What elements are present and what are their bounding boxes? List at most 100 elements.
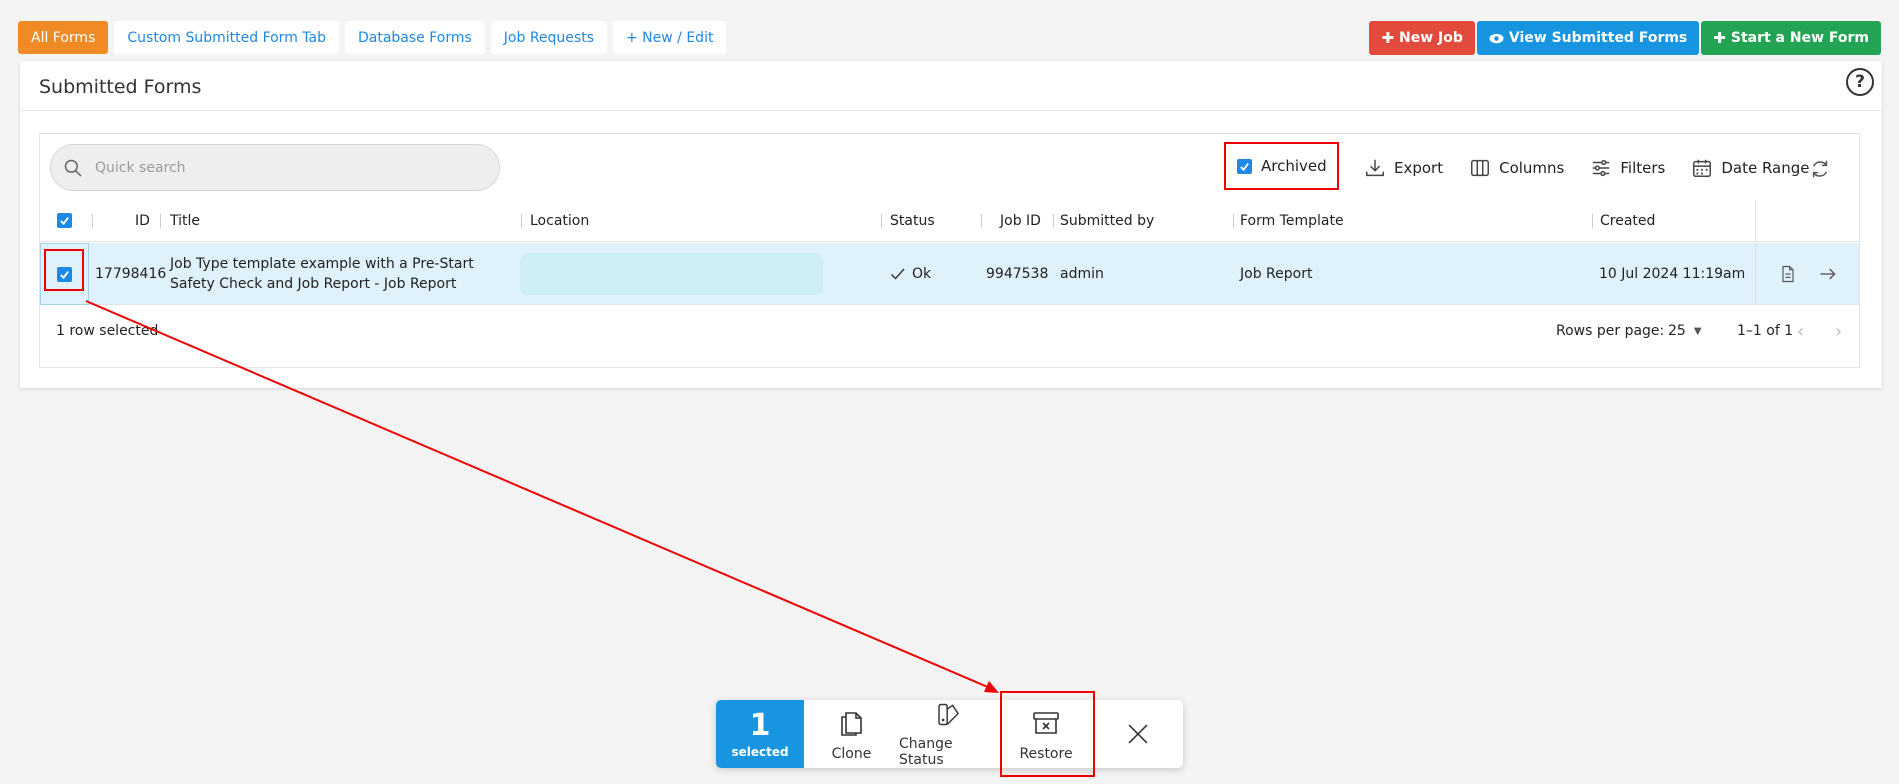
bulk-action-bar: 1 selected Clone Change Status Restore [716, 691, 1183, 777]
caret-down-icon: ▼ [1693, 325, 1702, 337]
copy-icon [840, 711, 862, 736]
filters-label: Filters [1620, 158, 1666, 177]
row-actions [1755, 243, 1860, 305]
column-separator [1233, 214, 1234, 228]
column-separator [92, 214, 93, 228]
clone-button[interactable]: Clone [804, 700, 899, 768]
row-submitted-by-link[interactable]: admin [1060, 243, 1104, 304]
restore-button[interactable]: Restore [999, 700, 1093, 768]
rows-per-page-select[interactable]: 25 ▼ [1668, 306, 1702, 356]
clone-label: Clone [831, 745, 872, 762]
row-location-cell [520, 243, 823, 304]
column-separator [1592, 214, 1593, 228]
selected-count-badge: 1 selected [716, 700, 804, 768]
close-bulk-bar-button[interactable] [1093, 700, 1183, 768]
column-header-submitted-by[interactable]: Submitted by [1060, 200, 1154, 241]
pagination-range: 1–1 of 1 [1737, 323, 1794, 339]
date-range-label: Date Range [1721, 158, 1810, 177]
date-range-button[interactable]: Date Range [1691, 157, 1810, 179]
divider [20, 110, 1882, 111]
change-status-button[interactable]: Change Status [899, 700, 999, 768]
column-header-location[interactable]: Location [530, 200, 589, 241]
table-footer: 1 row selected Rows per page: 25 ▼ 1–1 o… [40, 306, 1859, 356]
row-form-template: Job Report [1240, 265, 1313, 282]
column-separator [521, 214, 522, 228]
select-all-cell [57, 200, 72, 241]
column-separator [1053, 214, 1054, 228]
check-icon [891, 268, 905, 280]
archived-checkbox[interactable] [1237, 158, 1252, 174]
restore-label: Restore [1019, 745, 1073, 762]
row-title: Job Type template example with a Pre-Sta… [170, 255, 474, 292]
submitted-forms-panel: Submitted Forms ? Archived Export Column… [20, 61, 1882, 388]
next-page-icon[interactable]: › [1835, 306, 1842, 356]
calendar-icon [1693, 159, 1712, 177]
column-separator [881, 214, 882, 228]
refresh-icon[interactable] [1809, 158, 1831, 180]
new-job-button[interactable]: ✚ New Job [1369, 21, 1475, 55]
view-submitted-forms-button[interactable]: View Submitted Forms [1476, 21, 1700, 55]
column-separator [981, 214, 982, 228]
start-new-form-button[interactable]: ✚ Start a New Form [1701, 21, 1881, 55]
sliders-icon [1593, 159, 1610, 176]
column-separator [160, 214, 161, 228]
new-job-label: New Job [1399, 30, 1463, 46]
row-id-link[interactable]: 17798416 [95, 243, 166, 304]
tab-new-edit[interactable]: + New / Edit [613, 21, 727, 54]
table-row[interactable]: 17798416 Job Type template example with … [40, 243, 1859, 305]
row-job-id-link[interactable]: 9947538 [986, 243, 1048, 304]
archived-label: Archived [1261, 157, 1327, 175]
column-header-form-template[interactable]: Form Template [1240, 200, 1344, 241]
column-header-status[interactable]: Status [890, 200, 935, 241]
filters-button[interactable]: Filters [1590, 157, 1665, 179]
help-icon[interactable]: ? [1846, 68, 1874, 96]
close-icon [1128, 724, 1148, 744]
columns-label: Columns [1499, 158, 1565, 177]
tab-all-forms[interactable]: All Forms [18, 21, 109, 54]
data-grid: Archived Export Columns Filters Date Ran… [39, 133, 1860, 368]
annotation-highlight-checkbox [44, 249, 84, 291]
search-input[interactable] [95, 159, 475, 176]
page-title: Submitted Forms [39, 76, 202, 98]
column-header-created[interactable]: Created [1600, 200, 1655, 241]
change-status-label: Change Status [899, 736, 953, 768]
quick-search[interactable] [50, 144, 500, 191]
tab-custom-submitted-form[interactable]: Custom Submitted Form Tab [114, 21, 339, 54]
start-new-form-label: Start a New Form [1730, 30, 1869, 46]
column-header-id[interactable]: ID [135, 200, 150, 241]
top-actions: ✚ New Job View Submitted Forms ✚ Start a… [1369, 21, 1881, 55]
table-header: ID Title Location Status Job ID Submitte… [40, 200, 1859, 242]
archived-toggle[interactable]: Archived [1224, 142, 1339, 190]
download-icon [1366, 159, 1384, 176]
rows-per-page-label: Rows per page: [1556, 323, 1665, 339]
selected-count-text: 1 row selected [56, 323, 159, 339]
arrow-right-icon[interactable] [1818, 264, 1838, 284]
swatch-icon [938, 703, 959, 726]
check-icon [60, 217, 69, 226]
form-tabs: All Forms Custom Submitted Form Tab Data… [18, 21, 727, 54]
tab-database-forms[interactable]: Database Forms [344, 21, 485, 54]
export-label: Export [1394, 158, 1444, 177]
document-icon[interactable] [1778, 264, 1798, 284]
column-header-title[interactable]: Title [170, 200, 200, 241]
tab-job-requests[interactable]: Job Requests [490, 21, 607, 54]
archive-restore-icon [1033, 711, 1059, 734]
row-status-cell: Ok [890, 243, 931, 304]
columns-button[interactable]: Columns [1469, 157, 1564, 179]
column-separator [1755, 200, 1756, 242]
check-icon [1240, 162, 1249, 171]
row-title-cell: Job Type template example with a Pre-Sta… [170, 243, 510, 304]
plus-icon: ✚ [1381, 29, 1395, 47]
plus-icon: ✚ [1713, 29, 1726, 47]
column-header-job-id[interactable]: Job ID [1000, 200, 1041, 241]
row-created: 10 Jul 2024 11:19am [1599, 265, 1746, 282]
row-status: Ok [912, 265, 932, 282]
grid-toolbar: Export Columns Filters Date Range [1364, 144, 1836, 191]
search-icon [64, 159, 82, 176]
export-button[interactable]: Export [1364, 157, 1443, 179]
selected-label: selected [731, 744, 789, 759]
select-all-checkbox[interactable] [57, 213, 72, 228]
prev-page-icon[interactable]: ‹ [1797, 306, 1804, 356]
rows-per-page-value: 25 [1668, 323, 1686, 339]
view-submitted-forms-label: View Submitted Forms [1508, 30, 1688, 46]
